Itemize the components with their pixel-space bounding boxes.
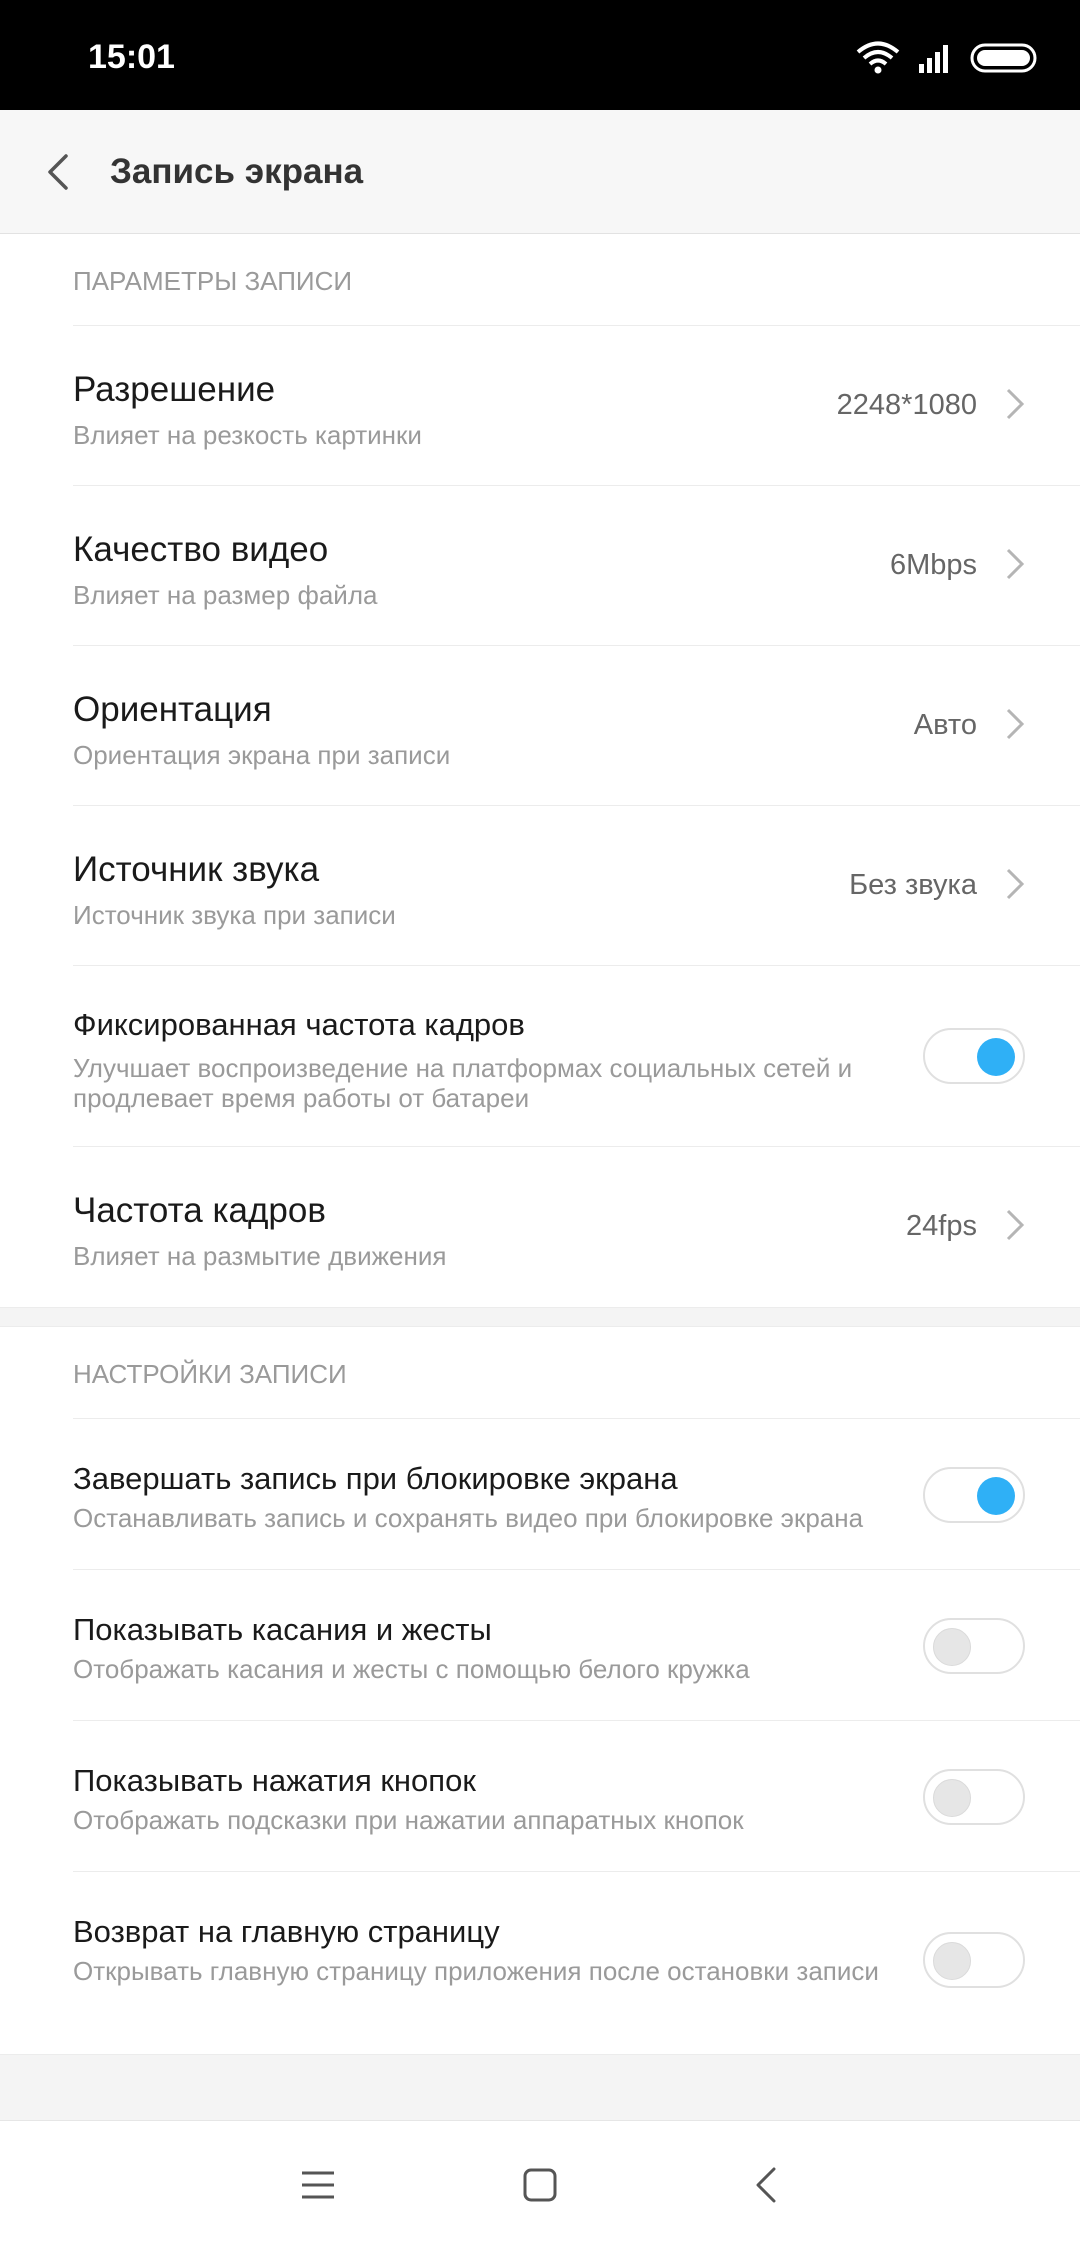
setting-video-quality[interactable]: Качество видео Влияет на размер файла 6M… [73, 486, 1080, 646]
status-time: 15:01 [88, 38, 175, 76]
chevron-right-icon [1006, 548, 1025, 580]
setting-title: Разрешение [73, 370, 276, 409]
toggle-knob [977, 1038, 1015, 1076]
setting-resolution[interactable]: Разрешение Влияет на резкость картинки 2… [73, 326, 1080, 486]
setting-return-home[interactable]: Возврат на главную страницу Открывать гл… [73, 1872, 1080, 2052]
setting-title: Качество видео [73, 530, 329, 569]
setting-value: 2248*1080 [836, 389, 977, 421]
app-bar: Запись экрана [0, 110, 1080, 234]
setting-orientation[interactable]: Ориентация Ориентация экрана при записи … [73, 646, 1080, 806]
settings-list: ПАРАМЕТРЫ ЗАПИСИ Разрешение Влияет на ре… [0, 234, 1080, 2052]
back-icon[interactable] [744, 2161, 792, 2209]
section-header-recording-settings: НАСТРОЙКИ ЗАПИСИ [73, 1327, 1080, 1419]
home-icon[interactable] [516, 2161, 564, 2209]
status-icons [856, 38, 1040, 78]
fixed-fps-toggle[interactable] [923, 1028, 1025, 1084]
setting-frame-rate[interactable]: Частота кадров Влияет на размытие движен… [73, 1147, 1080, 1307]
page-title: Запись экрана [110, 152, 364, 191]
setting-subtitle: Ориентация экрана при записи [73, 740, 451, 770]
chevron-right-icon [1006, 388, 1025, 420]
back-arrow-icon[interactable] [40, 150, 80, 194]
setting-subtitle: Улучшает воспроизведение на платформах с… [73, 1053, 853, 1113]
chevron-right-icon [1006, 1209, 1025, 1241]
toggle-knob [977, 1477, 1015, 1515]
setting-title: Фиксированная частота кадров [73, 1007, 525, 1042]
setting-title: Завершать запись при блокировке экрана [73, 1461, 678, 1496]
setting-title: Ориентация [73, 690, 272, 729]
chevron-right-icon [1006, 868, 1025, 900]
setting-show-touches[interactable]: Показывать касания и жесты Отображать ка… [73, 1570, 1080, 1721]
setting-stop-on-lock[interactable]: Завершать запись при блокировке экрана О… [73, 1419, 1080, 1570]
wifi-icon [856, 41, 900, 74]
setting-title: Источник звука [73, 850, 320, 889]
setting-value: 24fps [906, 1210, 977, 1242]
toggle-knob [933, 1628, 971, 1666]
status-bar: 15:01 [0, 0, 1080, 110]
setting-subtitle: Влияет на размытие движения [73, 1241, 447, 1271]
show-buttons-toggle[interactable] [923, 1769, 1025, 1825]
setting-subtitle: Останавливать запись и сохранять видео п… [73, 1503, 864, 1533]
setting-subtitle: Влияет на размер файла [73, 580, 378, 610]
setting-subtitle: Отображать касания и жесты с помощью бел… [73, 1654, 750, 1684]
setting-value: 6Mbps [889, 549, 977, 581]
menu-icon[interactable] [294, 2161, 342, 2209]
setting-title: Частота кадров [73, 1191, 326, 1230]
setting-title: Возврат на главную страницу [73, 1914, 500, 1949]
show-touches-toggle[interactable] [923, 1618, 1025, 1674]
section-divider [0, 1307, 1080, 1327]
toggle-knob [933, 1942, 971, 1980]
list-bottom-fill [0, 2054, 1080, 2121]
return-home-toggle[interactable] [923, 1932, 1025, 1988]
setting-value: Авто [913, 709, 977, 741]
setting-subtitle: Влияет на резкость картинки [73, 420, 422, 450]
setting-title: Показывать касания и жесты [73, 1612, 492, 1647]
setting-value: Без звука [849, 869, 977, 901]
section-header-recording-params: ПАРАМЕТРЫ ЗАПИСИ [73, 234, 1080, 326]
setting-fixed-fps[interactable]: Фиксированная частота кадров Улучшает во… [73, 966, 1080, 1147]
toggle-knob [933, 1779, 971, 1817]
chevron-right-icon [1006, 708, 1025, 740]
system-nav-bar [0, 2120, 1080, 2249]
battery-icon [970, 43, 1037, 73]
stop-on-lock-toggle[interactable] [923, 1467, 1025, 1523]
setting-sound-source[interactable]: Источник звука Источник звука при записи… [73, 806, 1080, 966]
setting-show-buttons[interactable]: Показывать нажатия кнопок Отображать под… [73, 1721, 1080, 1872]
signal-icon [919, 45, 948, 73]
setting-subtitle: Отображать подсказки при нажатии аппарат… [73, 1805, 744, 1835]
setting-subtitle: Источник звука при записи [73, 900, 396, 930]
setting-title: Показывать нажатия кнопок [73, 1763, 476, 1798]
setting-subtitle: Открывать главную страницу приложения по… [73, 1956, 879, 1986]
